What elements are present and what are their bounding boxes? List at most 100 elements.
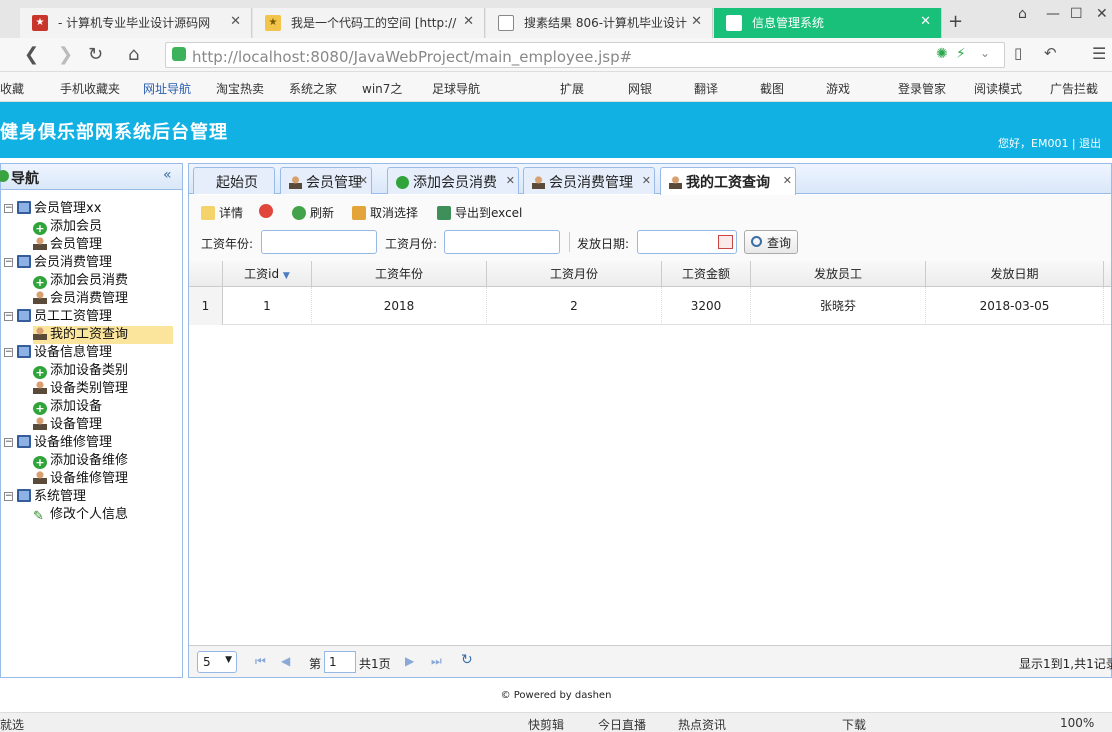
- nav-item[interactable]: 设备类别管理: [33, 380, 128, 398]
- close-tab-icon[interactable]: ✕: [230, 14, 241, 29]
- nav-group-4[interactable]: 设备维修管理: [17, 434, 112, 452]
- close-tab-icon[interactable]: ✕: [642, 174, 651, 187]
- bookmark-favorites[interactable]: 收藏: [0, 80, 24, 97]
- lightning-icon[interactable]: ⚡: [956, 46, 966, 62]
- col-header-month[interactable]: 工资月份: [487, 261, 662, 287]
- tab-home[interactable]: 起始页: [193, 167, 275, 194]
- nav-item[interactable]: 会员管理: [33, 236, 102, 254]
- col-header-date[interactable]: 发放日期: [926, 261, 1104, 287]
- col-header-employee[interactable]: 发放员工: [751, 261, 926, 287]
- refresh-button[interactable]: 刷新: [292, 204, 334, 221]
- url-bar[interactable]: http://localhost:8080/JavaWebProject/mai…: [165, 42, 1005, 68]
- nav-item[interactable]: + 添加设备: [33, 398, 102, 416]
- nav-item[interactable]: 我的工资查询: [33, 326, 173, 344]
- prev-page-icon[interactable]: ◀: [281, 654, 290, 668]
- expand-toggle-icon[interactable]: −: [4, 204, 13, 213]
- query-button[interactable]: 查询: [744, 230, 798, 254]
- nav-item[interactable]: + 添加会员消费: [33, 272, 128, 290]
- status-download[interactable]: 下载: [842, 716, 866, 732]
- page-number-input[interactable]: 1: [324, 651, 356, 673]
- bookmark-nav[interactable]: 网址导航: [143, 80, 191, 97]
- tab-member-manage[interactable]: 会员管理 ✕: [280, 167, 372, 194]
- status-live[interactable]: 今日直播: [598, 716, 646, 732]
- detail-button[interactable]: 详情: [201, 204, 243, 221]
- close-tab-icon[interactable]: ✕: [359, 174, 368, 187]
- salary-year-input[interactable]: [261, 230, 377, 254]
- expand-toggle-icon[interactable]: −: [4, 312, 13, 321]
- page-size-select[interactable]: 5 ▼: [197, 651, 237, 673]
- expand-toggle-icon[interactable]: −: [4, 348, 13, 357]
- nav-item[interactable]: 设备维修管理: [33, 470, 128, 488]
- next-page-icon[interactable]: ▶: [405, 654, 414, 668]
- forward-icon[interactable]: ❯: [58, 44, 73, 65]
- browser-tab-1[interactable]: ★ - 计算机专业毕业设计源码网 ✕: [20, 8, 252, 38]
- browser-tab-2[interactable]: ★ 我是一个代码工的空间 [http:// ✕: [253, 8, 485, 38]
- home-icon[interactable]: ⌂: [128, 44, 139, 65]
- bookmark-translate[interactable]: 翻译: [694, 80, 718, 97]
- bookmark-football[interactable]: 足球导航: [432, 80, 480, 97]
- bookmark-extend[interactable]: 扩展: [560, 80, 584, 97]
- browser-tab-3[interactable]: 搜素结果 806-计算机毕业设计 ✕: [486, 8, 713, 38]
- close-tab-icon[interactable]: ✕: [506, 174, 515, 187]
- bookmark-win7[interactable]: win7之: [362, 80, 402, 97]
- status-news[interactable]: 热点资讯: [678, 716, 726, 732]
- table-row[interactable]: 1 1 2018 2 3200 张晓芬 2018-03-05: [189, 287, 1111, 325]
- nav-group-5[interactable]: 系统管理: [17, 488, 86, 506]
- bookmark-reader[interactable]: 阅读模式: [974, 80, 1022, 97]
- minimize-icon[interactable]: —: [1046, 6, 1060, 22]
- maximize-icon[interactable]: ☐: [1070, 6, 1083, 22]
- first-page-icon[interactable]: ⏮: [255, 654, 266, 669]
- tab-add-consume[interactable]: 添加会员消费 ✕: [387, 167, 519, 194]
- bookmark-taobao[interactable]: 淘宝热卖: [216, 80, 264, 97]
- close-tab-icon[interactable]: ✕: [691, 14, 702, 29]
- collapse-icon[interactable]: «: [163, 167, 172, 183]
- expand-toggle-icon[interactable]: −: [4, 438, 13, 447]
- new-tab-icon[interactable]: +: [948, 11, 963, 32]
- nav-group-0[interactable]: 会员管理xx: [17, 200, 101, 218]
- reload-page-icon[interactable]: ↻: [461, 652, 473, 668]
- close-tab-icon[interactable]: ✕: [920, 14, 931, 29]
- bookmark-mobile[interactable]: 手机收藏夹: [60, 80, 120, 97]
- close-tab-icon[interactable]: ✕: [463, 14, 474, 29]
- delete-button[interactable]: [259, 204, 277, 218]
- status-clip[interactable]: 快剪辑: [528, 716, 564, 732]
- nav-item[interactable]: 设备管理: [33, 416, 102, 434]
- user-greeting[interactable]: 您好，EM001 | 退出: [998, 135, 1101, 151]
- browser-tab-active[interactable]: 信息管理系统 ✕: [714, 8, 942, 38]
- undo-icon[interactable]: ↶: [1044, 44, 1057, 62]
- nav-group-2[interactable]: 员工工资管理: [17, 308, 112, 326]
- menu-icon[interactable]: ☰: [1092, 44, 1106, 63]
- bookmark-games[interactable]: 游戏: [826, 80, 850, 97]
- expand-toggle-icon[interactable]: −: [4, 492, 13, 501]
- nav-group-1[interactable]: 会员消费管理: [17, 254, 112, 272]
- bookmark-bank[interactable]: 网银: [628, 80, 652, 97]
- col-header-year[interactable]: 工资年份: [312, 261, 487, 287]
- nav-item[interactable]: + 添加会员: [33, 218, 102, 236]
- nav-item[interactable]: ✎ 修改个人信息: [33, 506, 128, 524]
- calendar-icon[interactable]: [718, 235, 733, 249]
- export-excel-button[interactable]: 导出到excel: [437, 204, 522, 221]
- phone-icon[interactable]: ▯: [1014, 44, 1022, 62]
- cancel-select-button[interactable]: 取消选择: [352, 204, 418, 221]
- expand-toggle-icon[interactable]: −: [4, 258, 13, 267]
- status-zoom[interactable]: 100%: [1060, 716, 1094, 730]
- skin-icon[interactable]: ⌂: [1018, 6, 1027, 22]
- close-window-icon[interactable]: ✕: [1096, 6, 1108, 22]
- bookmark-adblock[interactable]: 广告拦截: [1050, 80, 1098, 97]
- nav-group-3[interactable]: 设备信息管理: [17, 344, 112, 362]
- reload-icon[interactable]: ↻: [88, 44, 103, 65]
- salary-month-input[interactable]: [444, 230, 560, 254]
- last-page-icon[interactable]: ⏭: [431, 654, 442, 669]
- bookmark-screenshot[interactable]: 截图: [760, 80, 784, 97]
- tab-consume-manage[interactable]: 会员消费管理 ✕: [523, 167, 655, 194]
- close-tab-icon[interactable]: ✕: [783, 174, 792, 187]
- pay-date-input[interactable]: [637, 230, 737, 254]
- speed-mode-icon[interactable]: ✺: [936, 46, 948, 62]
- dropdown-icon[interactable]: ⌄: [980, 46, 990, 60]
- nav-item[interactable]: 会员消费管理: [33, 290, 128, 308]
- back-icon[interactable]: ❮: [24, 44, 39, 65]
- nav-item[interactable]: + 添加设备维修: [33, 452, 128, 470]
- col-header-amount[interactable]: 工资金额: [662, 261, 751, 287]
- tab-my-salary[interactable]: 我的工资查询 ✕: [660, 167, 796, 195]
- bookmark-system[interactable]: 系统之家: [289, 80, 337, 97]
